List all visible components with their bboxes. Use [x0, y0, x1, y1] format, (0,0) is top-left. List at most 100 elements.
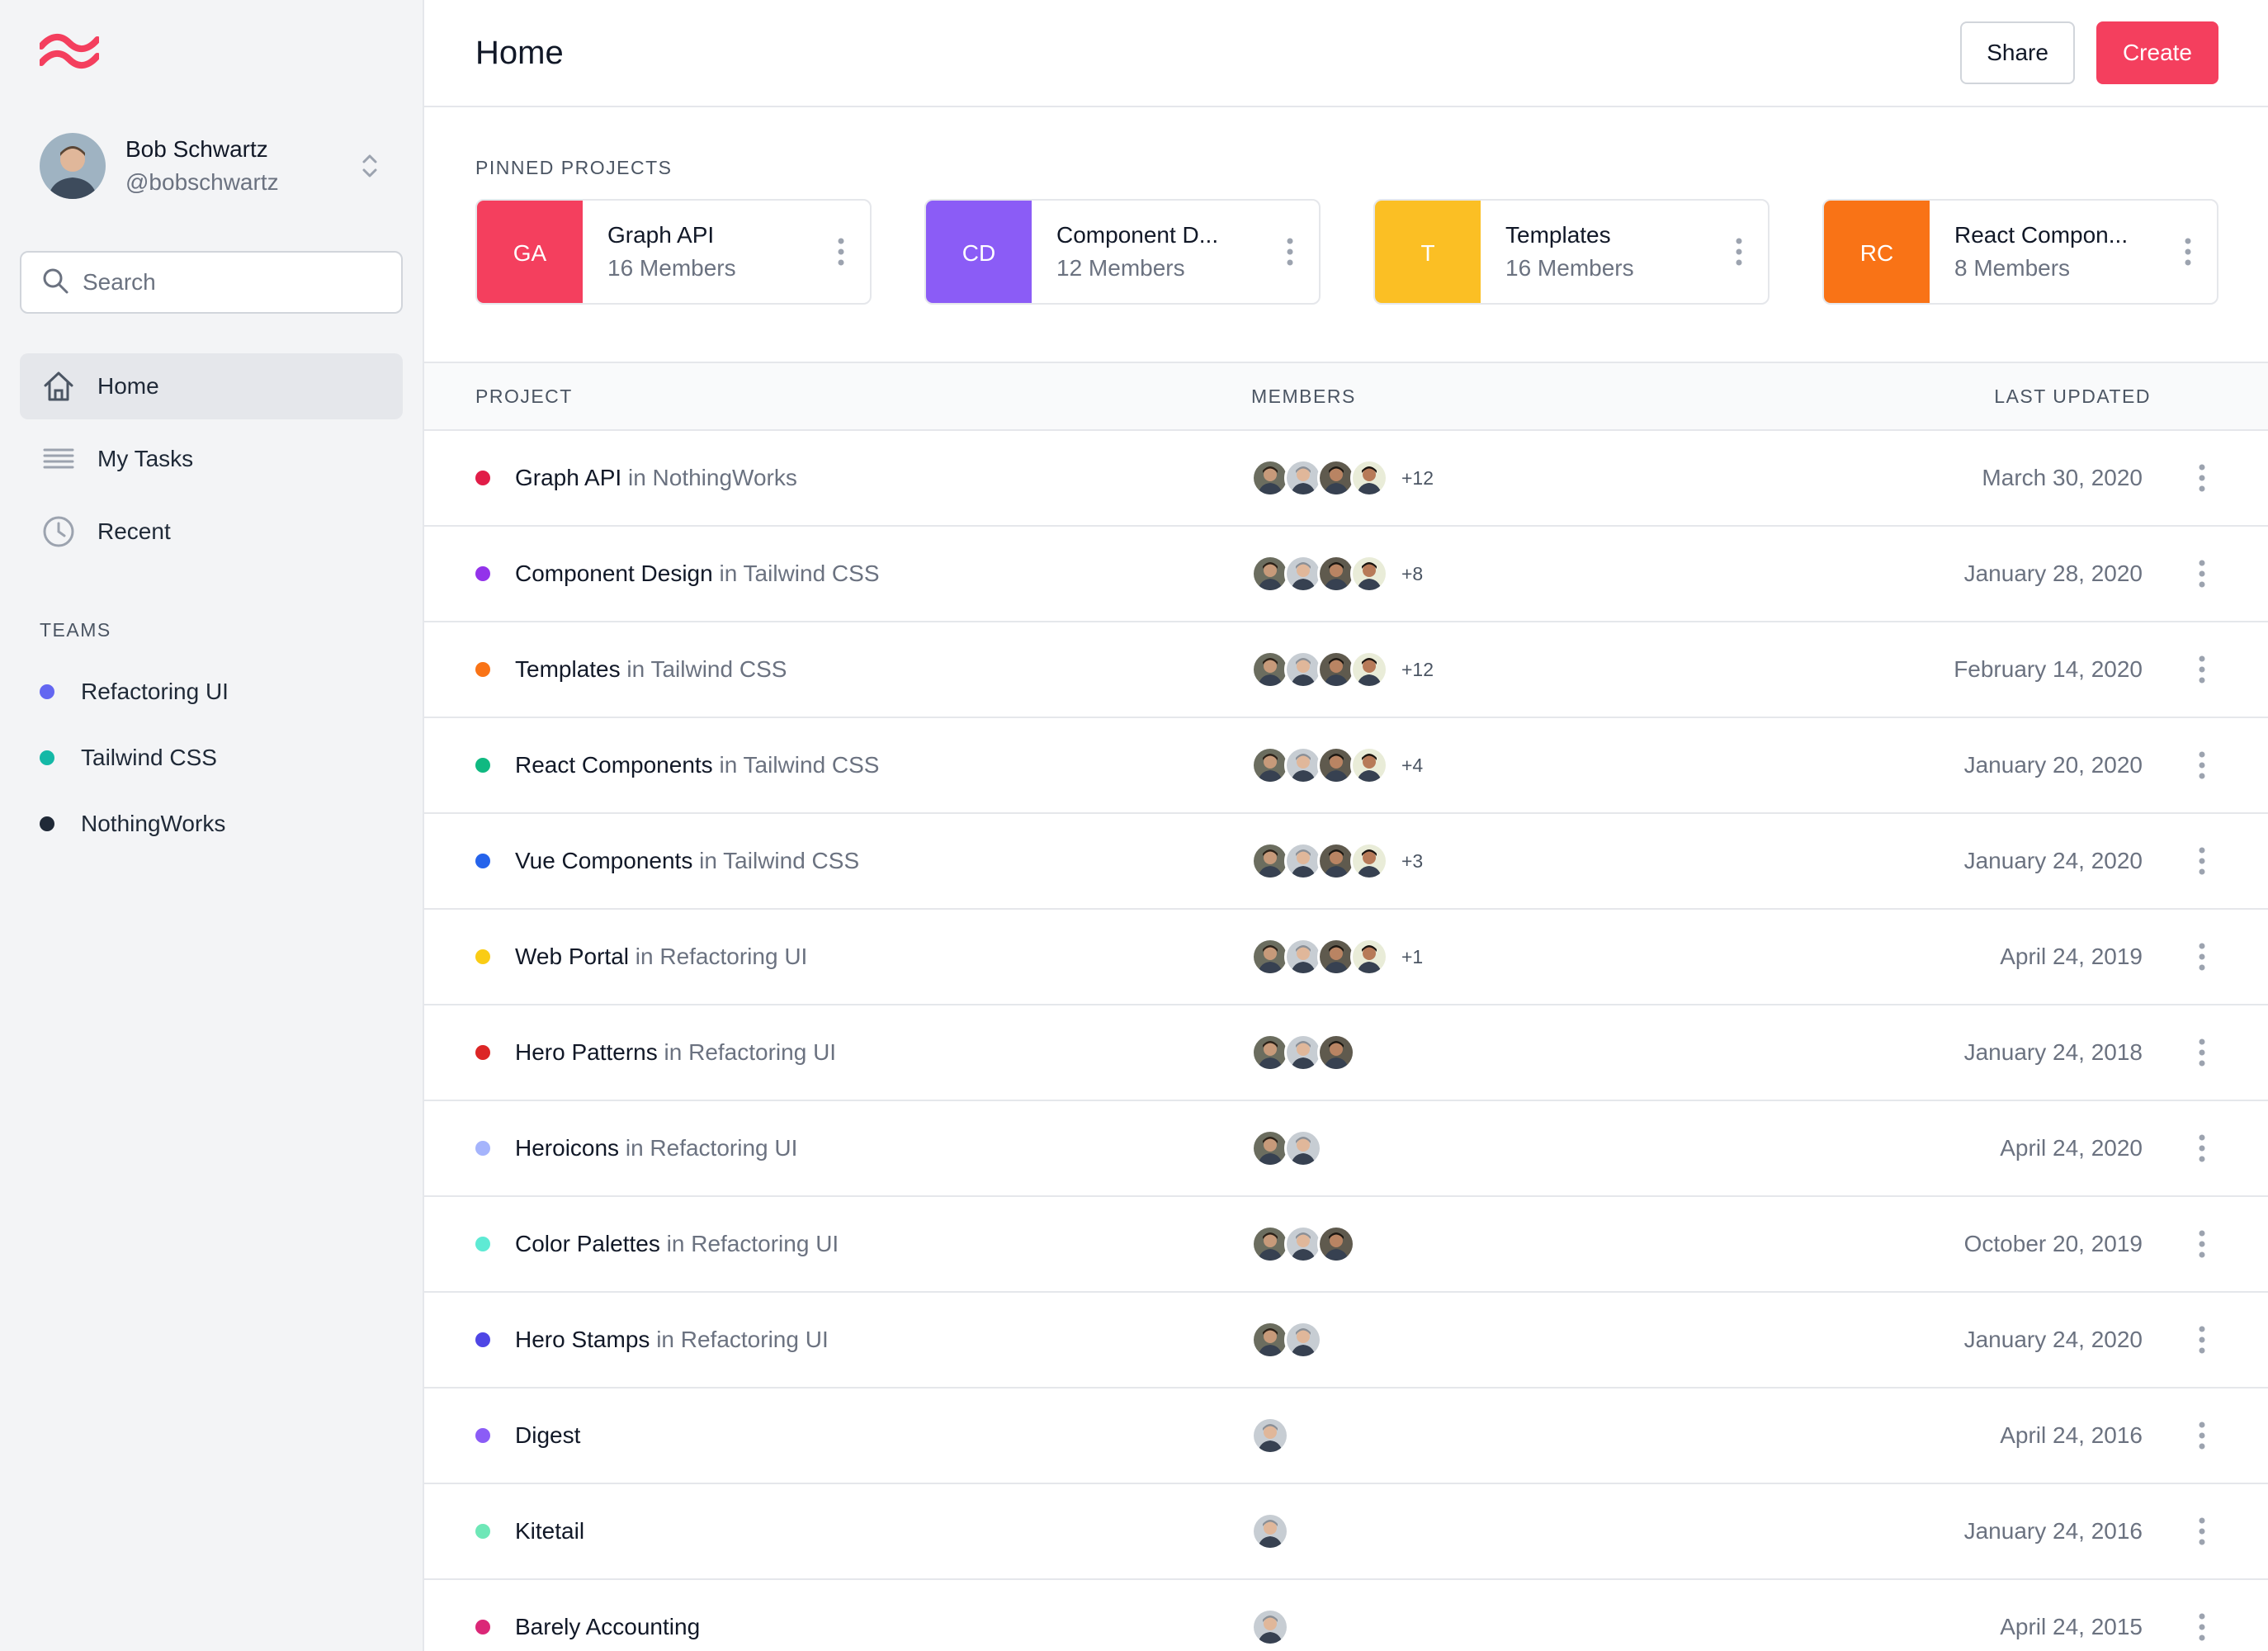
chevron-up-down-icon[interactable]	[353, 149, 386, 182]
more-vertical-icon[interactable]	[2185, 1028, 2218, 1077]
more-vertical-icon[interactable]	[2185, 1124, 2218, 1173]
member-avatars: +1	[1251, 938, 1423, 976]
project-color-dot	[475, 566, 490, 581]
team-color-dot	[40, 750, 54, 765]
table-row[interactable]: Component Design in Tailwind CSS +8 Janu…	[424, 527, 2268, 622]
pinned-projects-heading: PINNED PROJECTS	[475, 157, 673, 178]
more-vertical-icon[interactable]	[2185, 836, 2218, 886]
create-button[interactable]: Create	[2096, 21, 2218, 84]
table-row[interactable]: Hero Patterns in Refactoring UI January …	[424, 1005, 2268, 1101]
project-color-dot	[475, 1524, 490, 1539]
project-name[interactable]: Digest	[515, 1422, 580, 1448]
project-badge: GA	[477, 201, 583, 303]
pinned-project-members: 16 Members	[1505, 255, 1634, 281]
table-row[interactable]: Templates in Tailwind CSS +12 February 1…	[424, 622, 2268, 718]
member-avatar	[1317, 1225, 1355, 1263]
project-name[interactable]: Hero Stamps	[515, 1327, 650, 1352]
extra-members-count: +12	[1401, 466, 1434, 489]
project-color-dot	[475, 662, 490, 677]
project-name[interactable]: Barely Accounting	[515, 1614, 700, 1639]
project-color-dot	[475, 1237, 490, 1251]
table-row[interactable]: Web Portal in Refactoring UI +1 April 24…	[424, 910, 2268, 1005]
project-badge: RC	[1824, 201, 1930, 303]
more-vertical-icon[interactable]	[2185, 932, 2218, 982]
project-name[interactable]: Kitetail	[515, 1518, 584, 1544]
logo-icon[interactable]	[38, 33, 101, 69]
member-avatars	[1251, 1321, 1335, 1359]
project-name[interactable]: Templates	[515, 656, 621, 682]
pinned-project-name: React Compon...	[1954, 222, 2129, 248]
pinned-project-card[interactable]: T Templates 16 Members	[1373, 199, 1770, 305]
project-badge: T	[1375, 201, 1481, 303]
more-vertical-icon[interactable]	[2185, 549, 2218, 598]
table-row[interactable]: Heroicons in Refactoring UI April 24, 20…	[424, 1101, 2268, 1197]
menu-lines-icon	[41, 442, 76, 476]
table-row[interactable]: Graph API in NothingWorks +12 March 30, …	[424, 431, 2268, 527]
project-name[interactable]: Graph API	[515, 465, 621, 490]
header-actions: Share Create	[1960, 21, 2218, 84]
last-updated: January 20, 2020	[1963, 752, 2143, 778]
more-vertical-icon[interactable]	[2159, 201, 2217, 303]
more-vertical-icon[interactable]	[2185, 1315, 2218, 1365]
project-team: in Tailwind CSS	[699, 848, 860, 873]
project-color-dot	[475, 949, 490, 964]
project-name[interactable]: Vue Components	[515, 848, 692, 873]
project-team: in Refactoring UI	[635, 944, 808, 969]
more-vertical-icon[interactable]	[2185, 740, 2218, 790]
table-row[interactable]: Color Palettes in Refactoring UI October…	[424, 1197, 2268, 1293]
last-updated: February 14, 2020	[1954, 656, 2143, 682]
member-avatar	[1284, 1321, 1322, 1359]
nav-item-home[interactable]: Home	[20, 353, 403, 419]
table-row[interactable]: Vue Components in Tailwind CSS +3 Januar…	[424, 814, 2268, 910]
member-avatars: +12	[1251, 650, 1434, 688]
more-vertical-icon[interactable]	[2185, 453, 2218, 503]
project-name[interactable]: Web Portal	[515, 944, 629, 969]
project-team: in NothingWorks	[627, 465, 797, 490]
member-avatars	[1251, 1512, 1302, 1550]
team-item[interactable]: NothingWorks	[20, 791, 403, 857]
member-avatar	[1350, 938, 1388, 976]
last-updated: April 24, 2015	[2000, 1614, 2143, 1639]
table-row[interactable]: Barely Accounting April 24, 2015	[424, 1580, 2268, 1651]
main-content: Home Share Create PINNED PROJECTS GA Gra…	[424, 0, 2268, 1651]
project-name[interactable]: React Components	[515, 752, 713, 778]
table-row[interactable]: React Components in Tailwind CSS +4 Janu…	[424, 718, 2268, 814]
search-input[interactable]	[83, 269, 380, 296]
more-vertical-icon[interactable]	[2185, 1602, 2218, 1651]
nav-item-my-tasks[interactable]: My Tasks	[20, 426, 403, 492]
member-avatars: +3	[1251, 842, 1423, 880]
search-box[interactable]	[20, 251, 403, 314]
more-vertical-icon[interactable]	[2185, 645, 2218, 694]
project-team: in Tailwind CSS	[719, 561, 880, 586]
share-button[interactable]: Share	[1960, 21, 2075, 84]
pinned-project-card[interactable]: GA Graph API 16 Members	[475, 199, 872, 305]
more-vertical-icon[interactable]	[812, 201, 870, 303]
project-name[interactable]: Heroicons	[515, 1135, 619, 1161]
member-avatars	[1251, 1129, 1335, 1167]
more-vertical-icon[interactable]	[1261, 201, 1319, 303]
pinned-project-name: Component D...	[1056, 222, 1219, 248]
project-name[interactable]: Component Design	[515, 561, 713, 586]
last-updated: January 24, 2016	[1963, 1518, 2143, 1544]
more-vertical-icon[interactable]	[1710, 201, 1768, 303]
page-header: Home Share Create	[424, 0, 2268, 107]
table-row[interactable]: Digest April 24, 2016	[424, 1388, 2268, 1484]
member-avatars: +12	[1251, 459, 1434, 497]
more-vertical-icon[interactable]	[2185, 1411, 2218, 1460]
pinned-project-card[interactable]: RC React Compon... 8 Members	[1822, 199, 2218, 305]
more-vertical-icon[interactable]	[2185, 1219, 2218, 1269]
user-switcher[interactable]: Bob Schwartz @bobschwartz	[40, 132, 386, 200]
table-row[interactable]: Hero Stamps in Refactoring UI January 24…	[424, 1293, 2268, 1388]
team-item[interactable]: Refactoring UI	[20, 659, 403, 725]
member-avatar	[1284, 1129, 1322, 1167]
project-name[interactable]: Hero Patterns	[515, 1039, 658, 1065]
nav-item-recent[interactable]: Recent	[20, 499, 403, 565]
pinned-project-card[interactable]: CD Component D... 12 Members	[924, 199, 1321, 305]
extra-members-count: +3	[1401, 849, 1424, 872]
team-item[interactable]: Tailwind CSS	[20, 725, 403, 791]
more-vertical-icon[interactable]	[2185, 1507, 2218, 1556]
project-name[interactable]: Color Palettes	[515, 1231, 660, 1256]
last-updated: October 20, 2019	[1963, 1231, 2143, 1256]
team-label: Tailwind CSS	[81, 745, 217, 770]
table-row[interactable]: Kitetail January 24, 2016	[424, 1484, 2268, 1580]
